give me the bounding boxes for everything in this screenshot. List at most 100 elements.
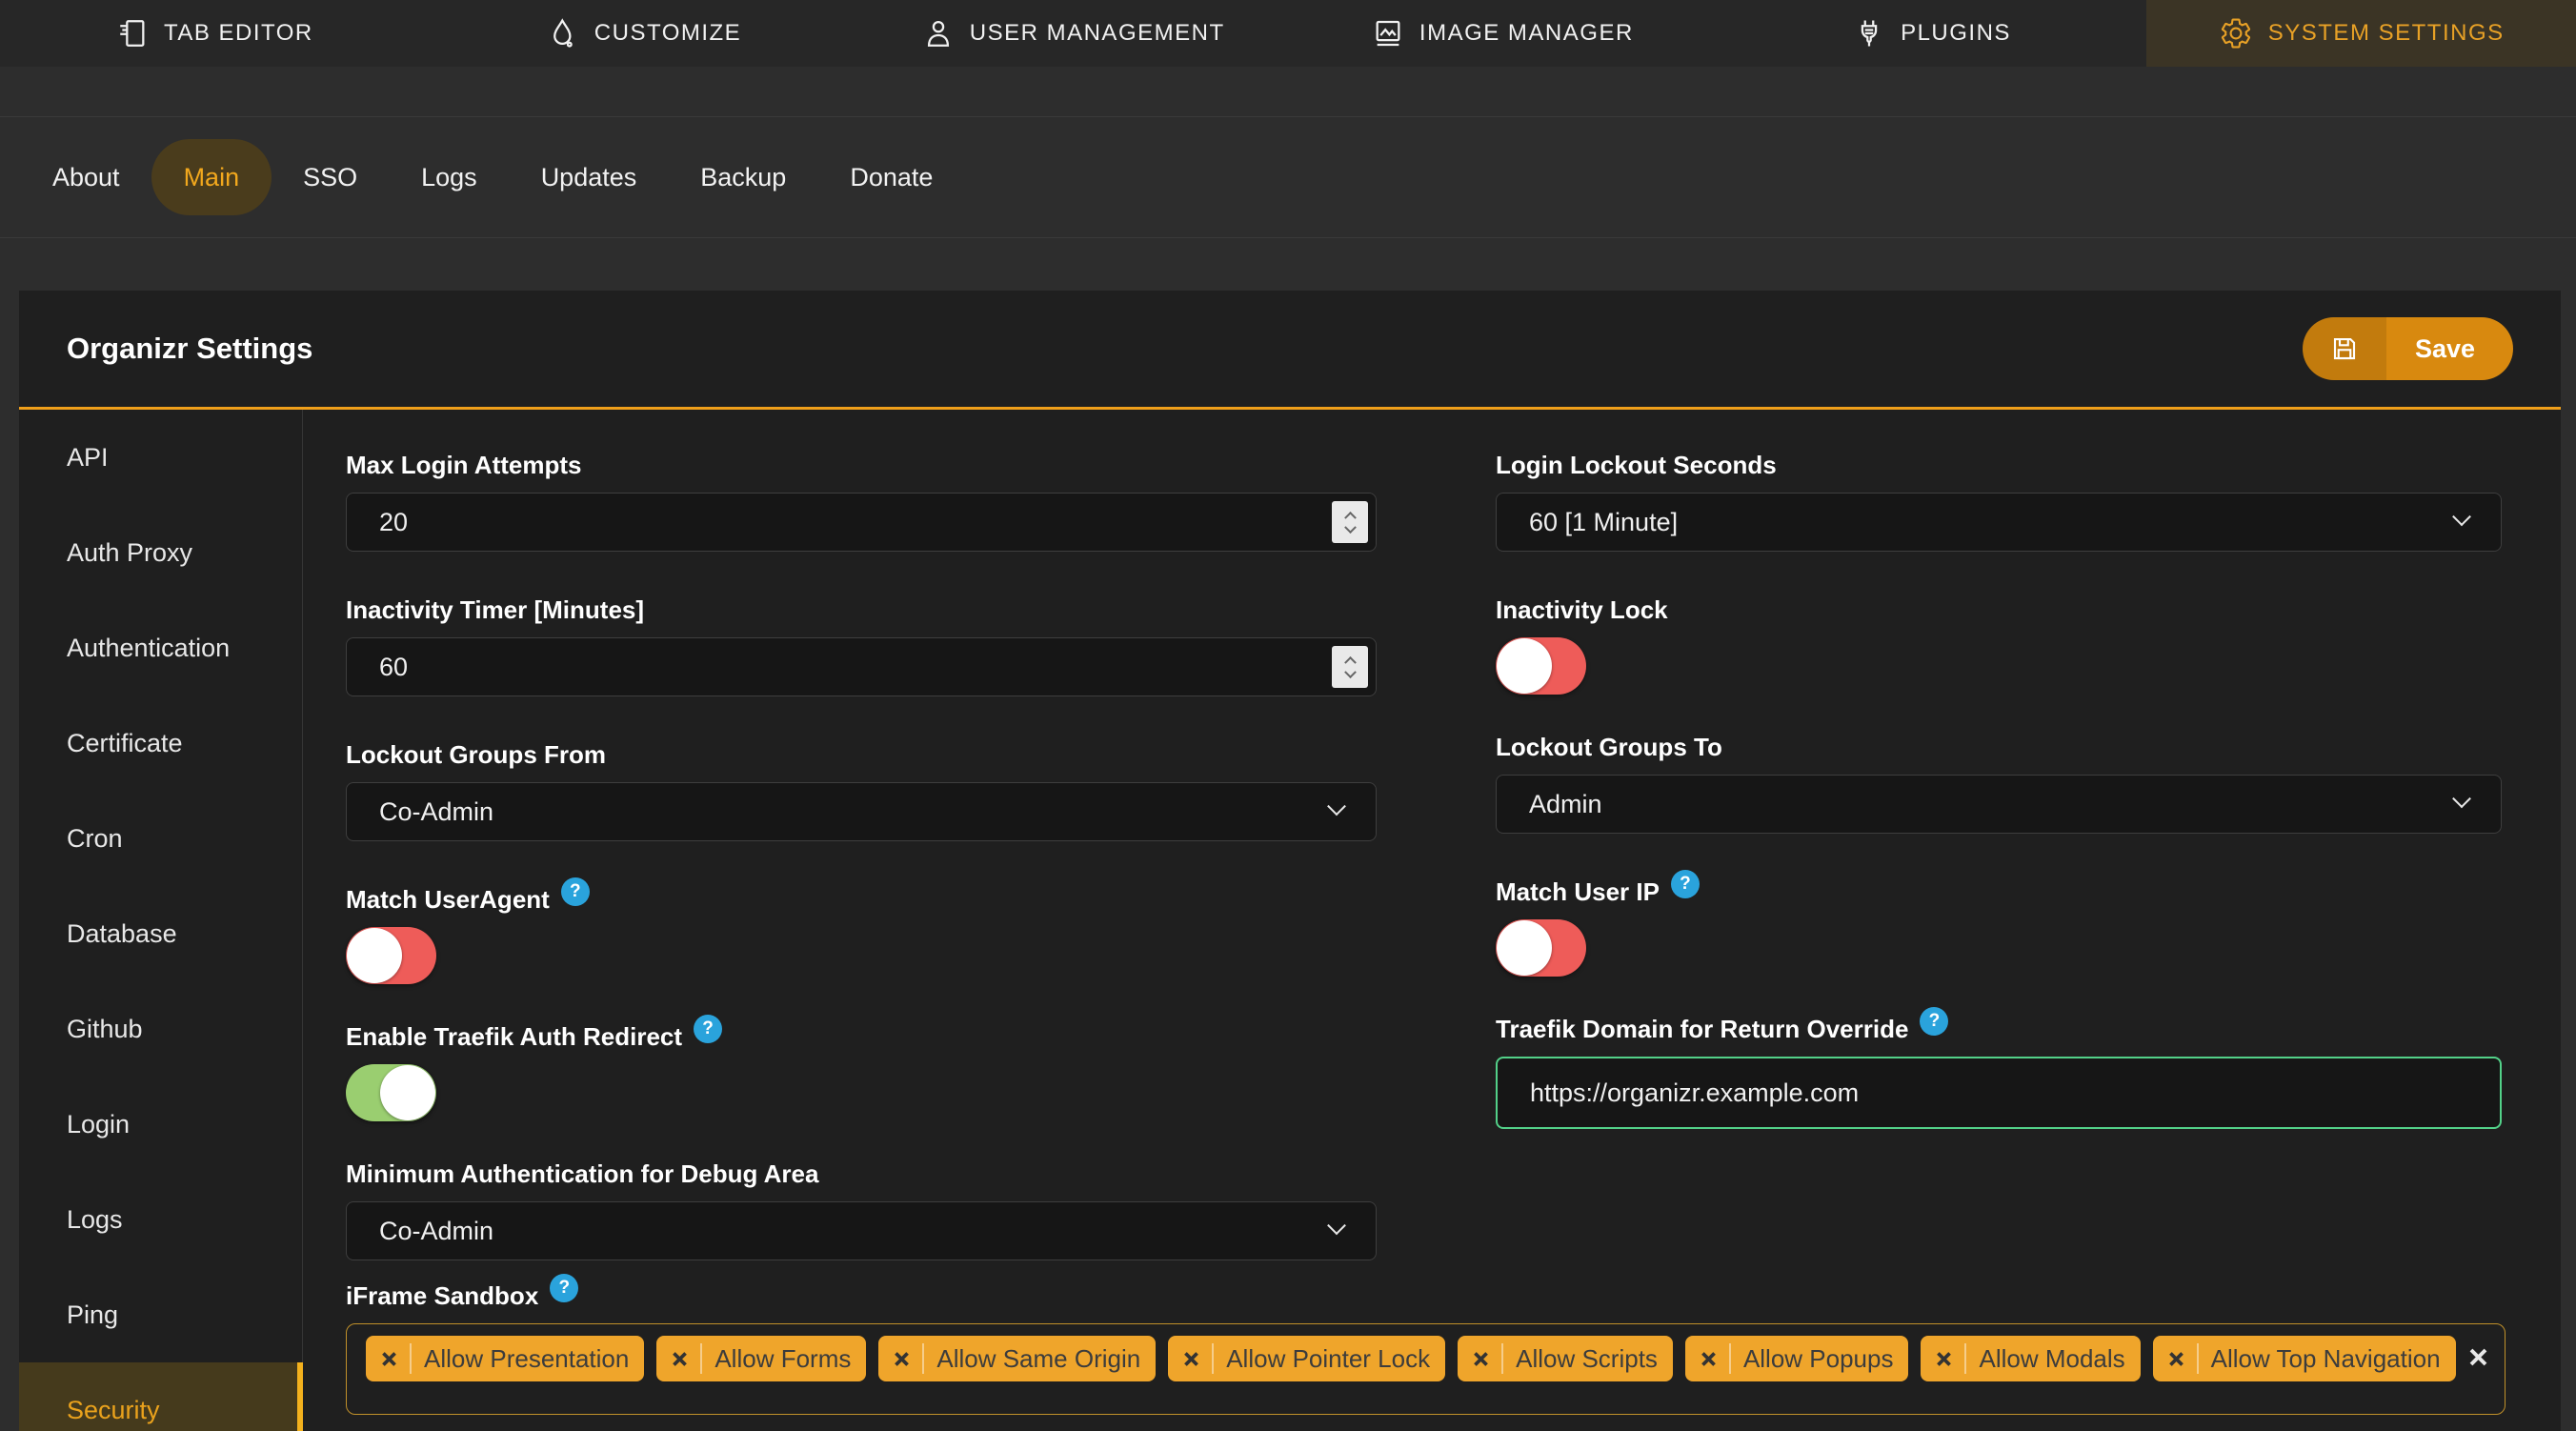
- nav-label: TAB EDITOR: [163, 20, 313, 46]
- help-icon[interactable]: ?: [1920, 1007, 1949, 1036]
- gear-icon: [2219, 16, 2253, 50]
- nav-label: IMAGE MANAGER: [1419, 20, 1634, 46]
- save-label: Save: [2414, 333, 2475, 363]
- toggle-knob: [380, 1065, 435, 1120]
- chevron-down-icon: [2452, 507, 2471, 527]
- tag-allow-pointer-lock[interactable]: Allow Pointer Lock: [1168, 1336, 1446, 1381]
- field-match-user-ip: Match User IP ?: [1496, 870, 2502, 977]
- save-button[interactable]: Save: [2302, 317, 2513, 380]
- help-icon[interactable]: ?: [560, 877, 590, 906]
- security-settings-form: Max Login Attempts Inactivity Timer [Min…: [303, 410, 2561, 1431]
- page-title: Organizr Settings: [67, 332, 313, 365]
- field-label: iFrame Sandbox: [346, 1281, 539, 1310]
- number-stepper[interactable]: [1332, 646, 1368, 688]
- chevron-down-icon: [1343, 520, 1357, 534]
- field-iframe-sandbox: iFrame Sandbox ? Allow Presentation Allo…: [346, 1274, 2506, 1415]
- max-login-attempts-input[interactable]: [346, 493, 1377, 552]
- subnav-about[interactable]: About: [52, 163, 120, 192]
- help-icon[interactable]: ?: [694, 1015, 723, 1043]
- subnav-logs[interactable]: Logs: [421, 163, 477, 192]
- nav-user-management[interactable]: USER MANAGEMENT: [858, 0, 1288, 67]
- user-icon: [922, 17, 955, 50]
- tag-allow-presentation[interactable]: Allow Presentation: [366, 1336, 645, 1381]
- nav-label: SYSTEM SETTINGS: [2267, 20, 2505, 46]
- field-inactivity-lock: Inactivity Lock: [1496, 592, 2502, 695]
- nav-plugins[interactable]: PLUGINS: [1718, 0, 2147, 67]
- top-navbar: TAB EDITOR CUSTOMIZE USER MANAGEMENT IMA…: [0, 0, 2576, 67]
- tag-allow-forms[interactable]: Allow Forms: [656, 1336, 867, 1381]
- sidebar-item-cron[interactable]: Cron: [19, 791, 302, 886]
- sidebar-item-database[interactable]: Database: [19, 886, 302, 981]
- nav-system-settings[interactable]: SYSTEM SETTINGS: [2146, 0, 2576, 67]
- field-label: Login Lockout Seconds: [1496, 451, 1777, 479]
- nav-image-manager[interactable]: IMAGE MANAGER: [1288, 0, 1718, 67]
- field-enable-traefik-auth-redirect: Enable Traefik Auth Redirect ?: [346, 1015, 1377, 1121]
- field-label: Max Login Attempts: [346, 451, 582, 479]
- sidebar-item-api[interactable]: API: [19, 410, 302, 505]
- chevron-down-icon: [1327, 1216, 1346, 1236]
- inactivity-timer-input[interactable]: [346, 637, 1377, 696]
- sidebar-item-authentication[interactable]: Authentication: [19, 600, 302, 695]
- settings-subnav: About Main SSO Logs Updates Backup Donat…: [0, 116, 2576, 238]
- field-traefik-domain-override: Traefik Domain for Return Override ?: [1496, 1007, 2502, 1129]
- tab-editor-icon: [116, 17, 149, 50]
- lockout-groups-to-select[interactable]: Admin: [1496, 775, 2502, 834]
- sidebar-item-logs[interactable]: Logs: [19, 1172, 302, 1267]
- subnav-main[interactable]: Main: [151, 139, 272, 215]
- tag-allow-top-navigation[interactable]: Allow Top Navigation: [2152, 1336, 2456, 1381]
- field-label: Enable Traefik Auth Redirect: [346, 1022, 683, 1051]
- iframe-sandbox-tag-input[interactable]: Allow Presentation Allow Forms Allow Sam…: [346, 1323, 2506, 1415]
- sidebar-item-login[interactable]: Login: [19, 1077, 302, 1172]
- chevron-down-icon: [1327, 796, 1346, 816]
- sidebar-item-github[interactable]: Github: [19, 981, 302, 1077]
- nav-label: CUSTOMIZE: [594, 20, 742, 46]
- field-label: Lockout Groups From: [346, 740, 606, 769]
- toggle-knob: [1497, 638, 1552, 694]
- card-header: Organizr Settings Save: [19, 291, 2561, 410]
- field-label: Inactivity Timer [Minutes]: [346, 595, 645, 624]
- clear-all-tags-button[interactable]: [2468, 1347, 2488, 1367]
- sidebar-item-auth-proxy[interactable]: Auth Proxy: [19, 505, 302, 600]
- field-inactivity-timer: Inactivity Timer [Minutes]: [346, 592, 1377, 696]
- lockout-groups-from-select[interactable]: Co-Admin: [346, 782, 1377, 841]
- traefik-domain-input[interactable]: [1496, 1057, 2502, 1129]
- subnav-donate[interactable]: Donate: [850, 163, 933, 192]
- traefik-auth-redirect-toggle[interactable]: [346, 1064, 436, 1121]
- minimum-auth-debug-select[interactable]: Co-Admin: [346, 1201, 1377, 1260]
- nav-tab-editor[interactable]: TAB EDITOR: [0, 0, 430, 67]
- chevron-down-icon: [1343, 665, 1357, 678]
- sidebar-item-security[interactable]: Security: [19, 1362, 303, 1431]
- organizr-settings-card: Organizr Settings Save API Auth Proxy Au…: [19, 291, 2561, 1431]
- tag-allow-scripts[interactable]: Allow Scripts: [1458, 1336, 1673, 1381]
- match-user-ip-toggle[interactable]: [1496, 919, 1586, 977]
- login-lockout-seconds-select[interactable]: 60 [1 Minute]: [1496, 493, 2502, 552]
- number-stepper[interactable]: [1332, 501, 1368, 543]
- field-match-useragent: Match UserAgent ?: [346, 877, 1377, 984]
- nav-label: USER MANAGEMENT: [969, 20, 1225, 46]
- help-icon[interactable]: ?: [1670, 870, 1700, 898]
- inactivity-lock-toggle[interactable]: [1496, 637, 1586, 695]
- subnav-sso[interactable]: SSO: [303, 163, 357, 192]
- card-body: API Auth Proxy Authentication Certificat…: [19, 410, 2561, 1431]
- field-label: Minimum Authentication for Debug Area: [346, 1159, 819, 1188]
- nav-customize[interactable]: CUSTOMIZE: [430, 0, 859, 67]
- subnav-updates[interactable]: Updates: [541, 163, 637, 192]
- help-icon[interactable]: ?: [550, 1274, 579, 1302]
- field-lockout-groups-to: Lockout Groups To Admin: [1496, 729, 2502, 834]
- nav-label: PLUGINS: [1901, 20, 2011, 46]
- toggle-knob: [347, 928, 402, 983]
- field-lockout-groups-from: Lockout Groups From Co-Admin: [346, 736, 1377, 841]
- field-login-lockout-seconds: Login Lockout Seconds 60 [1 Minute]: [1496, 447, 2502, 552]
- tag-allow-modals[interactable]: Allow Modals: [1921, 1336, 2141, 1381]
- field-label: Lockout Groups To: [1496, 733, 1722, 761]
- sidebar-item-certificate[interactable]: Certificate: [19, 695, 302, 791]
- image-icon: [1372, 17, 1404, 50]
- sidebar-item-ping[interactable]: Ping: [19, 1267, 302, 1362]
- tag-allow-same-origin[interactable]: Allow Same Origin: [878, 1336, 1157, 1381]
- toggle-knob: [1497, 920, 1552, 976]
- tag-allow-popups[interactable]: Allow Popups: [1684, 1336, 1909, 1381]
- field-label: Match UserAgent: [346, 885, 550, 914]
- match-useragent-toggle[interactable]: [346, 927, 436, 984]
- form-column-right: Login Lockout Seconds 60 [1 Minute] Inac…: [1496, 447, 2502, 1169]
- subnav-backup[interactable]: Backup: [700, 163, 786, 192]
